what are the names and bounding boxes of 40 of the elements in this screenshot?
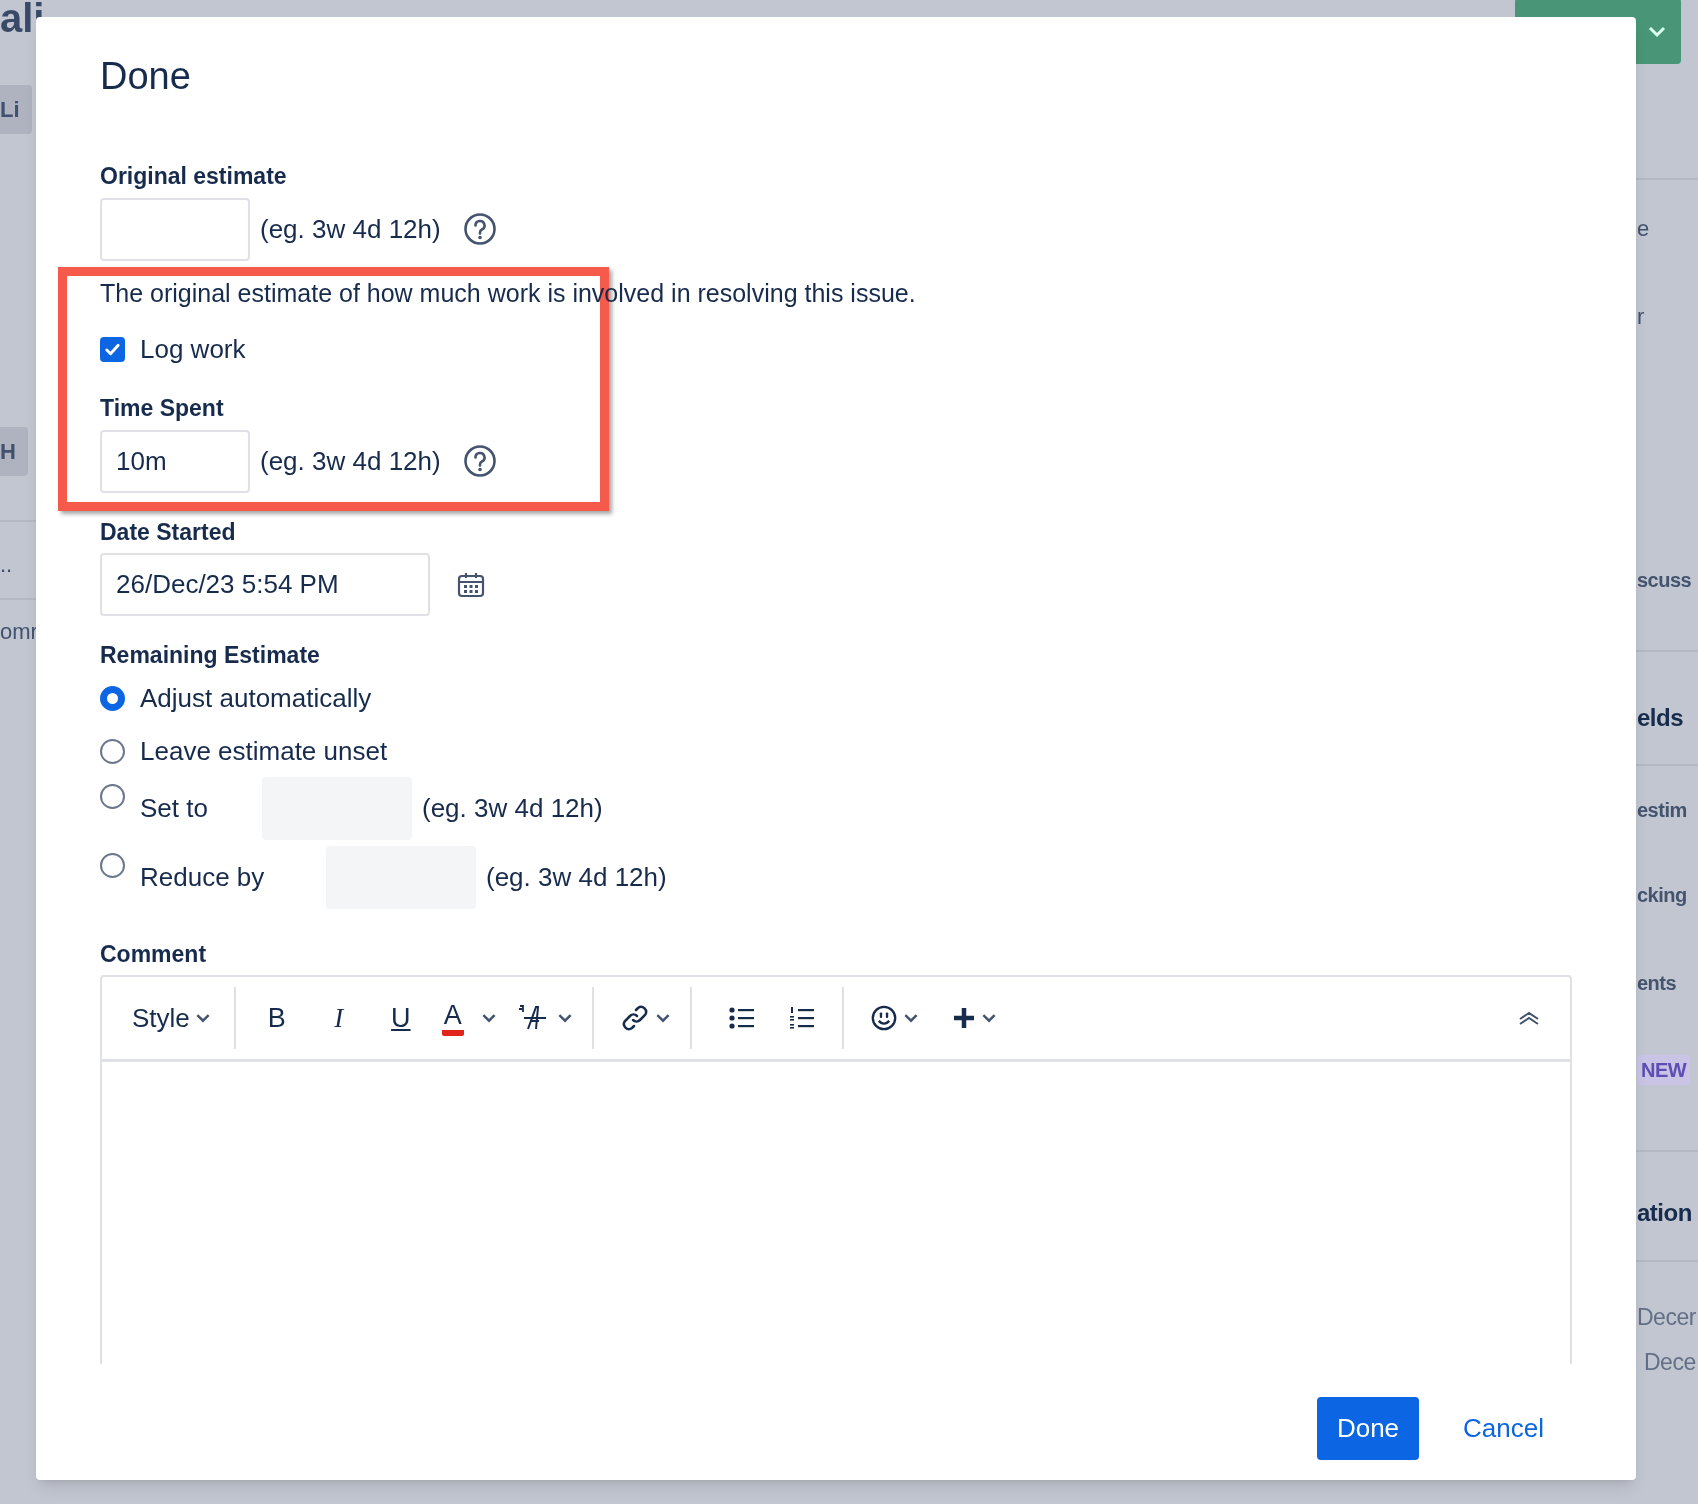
italic-button[interactable]: I [307, 994, 370, 1042]
text-fragment: omr [0, 618, 38, 646]
field-label: Comment [100, 939, 208, 969]
done-button[interactable]: Done [1316, 1397, 1420, 1460]
hint-text: (eg. 3w 4d 12h) [260, 444, 441, 478]
field-label: Remaining Estimate [100, 641, 321, 670]
text-fragment: .. [0, 551, 13, 579]
section-heading: ents [1637, 971, 1677, 996]
comment-editor[interactable]: Style B I U A [100, 975, 1572, 1364]
bold-button[interactable]: B [245, 994, 308, 1042]
dialog-title: Done [100, 57, 192, 95]
section-heading: cking [1637, 883, 1687, 908]
field-label: Time Spent [100, 394, 225, 423]
text-fragment: e [1637, 215, 1649, 243]
style-dropdown[interactable]: Style [122, 994, 220, 1042]
section-heading: estim [1637, 798, 1687, 823]
radio-label[interactable]: Leave estimate unset [140, 731, 388, 771]
input-field[interactable]: 10m [100, 429, 250, 493]
section-title: elds [1637, 703, 1684, 733]
new-badge: NEW [1637, 1055, 1691, 1085]
radio-label[interactable]: Reduce by [140, 857, 314, 897]
tab[interactable]: H [0, 427, 28, 476]
date-text: Dece [1644, 1348, 1696, 1377]
tab[interactable]: Li [0, 85, 32, 134]
hint-text: (eg. 3w 4d 12h) [486, 860, 667, 894]
radio-label[interactable]: Adjust automatically [140, 678, 372, 718]
date-text: Decer [1637, 1303, 1696, 1332]
checkbox-label[interactable]: Log work [140, 330, 246, 369]
field-label: Date Started [100, 517, 237, 547]
cancel-button[interactable]: Cancel [1449, 1397, 1558, 1460]
text-color-button[interactable]: A [431, 994, 506, 1042]
section-title: ation [1637, 1198, 1692, 1228]
hint-text: (eg. 3w 4d 12h) [260, 212, 441, 246]
text-fragment: r [1637, 303, 1644, 331]
hint-text: (eg. 3w 4d 12h) [422, 791, 603, 825]
input-field[interactable]: 26/Dec/23 5:54 PM [100, 553, 430, 616]
underline-button[interactable]: U [369, 994, 432, 1042]
field-label: Original estimate [100, 162, 288, 191]
radio-label[interactable]: Set to [140, 788, 250, 828]
section-heading: scuss [1637, 568, 1692, 593]
